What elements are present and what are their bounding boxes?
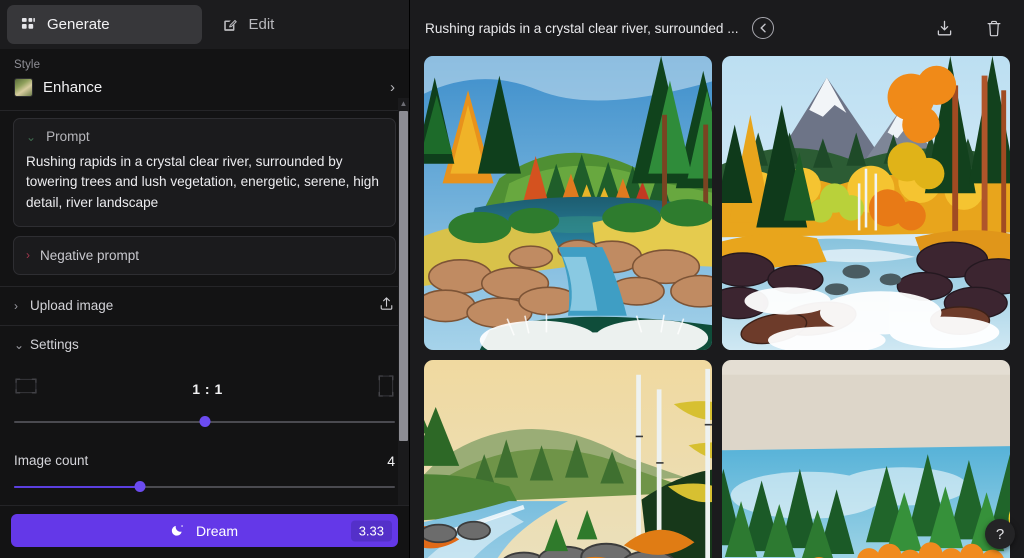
- aspect-portrait-icon[interactable]: [377, 374, 395, 403]
- style-selector-row[interactable]: Enhance ›: [0, 73, 409, 110]
- back-arrow-circle-icon[interactable]: [751, 17, 774, 39]
- aspect-landscape-icon[interactable]: [14, 377, 38, 400]
- negative-prompt-label: Negative prompt: [40, 247, 140, 263]
- result-image-4[interactable]: [722, 360, 1010, 558]
- result-image-3[interactable]: [424, 360, 712, 558]
- dream-button-label: Dream: [195, 522, 238, 539]
- upload-image-label: Upload image: [30, 298, 114, 314]
- sidebar-scroll-area: Style Enhance › ⌄ Prompt Rushing rapids …: [0, 49, 409, 505]
- prompt-header[interactable]: ⌄ Prompt: [26, 129, 383, 144]
- grid-squares-icon: [21, 17, 36, 32]
- prompt-label: Prompt: [46, 129, 90, 144]
- style-value-label: Enhance: [43, 79, 103, 96]
- prompt-section[interactable]: ⌄ Prompt Rushing rapids in a crystal cle…: [13, 118, 396, 227]
- image-count-row: Image count 4: [14, 453, 395, 469]
- pencil-square-icon: [222, 17, 238, 33]
- tab-generate[interactable]: Generate: [7, 5, 202, 44]
- dream-cost-badge: 3.33: [350, 520, 392, 541]
- results-grid: [410, 56, 1024, 558]
- sidebar-scrollbar[interactable]: ▲ ▼: [398, 98, 409, 505]
- slider-knob[interactable]: [199, 415, 210, 427]
- scroll-up-arrow[interactable]: ▲: [398, 98, 409, 109]
- chevron-down-icon: ⌄: [26, 129, 37, 144]
- prompt-input[interactable]: Rushing rapids in a crystal clear river,…: [26, 152, 383, 213]
- mode-tabbar: Generate Edit: [0, 0, 409, 49]
- image-count-value: 4: [387, 452, 395, 469]
- moon-icon: [171, 522, 186, 540]
- main-content: Rushing rapids in a crystal clear river,…: [410, 0, 1024, 558]
- settings-label: Settings: [30, 337, 79, 353]
- upload-image-row[interactable]: › Upload image: [0, 287, 409, 325]
- scrollbar-thumb[interactable]: [399, 111, 408, 441]
- chevron-down-icon: ⌄: [14, 337, 25, 352]
- sidebar-content: Style Enhance › ⌄ Prompt Rushing rapids …: [0, 49, 409, 505]
- left-sidebar: Generate Edit Style Enhance › ⌄ Prompt R…: [0, 0, 410, 558]
- aspect-ratio-row: 1 : 1: [14, 374, 395, 404]
- result-image-2[interactable]: [722, 56, 1010, 350]
- dream-footer: Dream 3.33: [0, 505, 409, 558]
- style-thumbnail-icon: [14, 78, 33, 97]
- results-header: Rushing rapids in a crystal clear river,…: [410, 0, 1024, 56]
- chevron-right-icon: ›: [14, 298, 18, 313]
- chevron-right-icon: ›: [390, 79, 395, 96]
- slider-knob[interactable]: [134, 480, 146, 492]
- style-section-label: Style: [14, 59, 41, 71]
- image-count-slider[interactable]: [14, 478, 395, 496]
- dream-button[interactable]: Dream 3.33: [11, 514, 398, 547]
- divider: [0, 110, 409, 111]
- chevron-right-icon: ›: [26, 248, 30, 263]
- aspect-ratio-slider[interactable]: [14, 413, 395, 431]
- result-image-1[interactable]: [424, 56, 712, 350]
- page-title: Rushing rapids in a crystal clear river,…: [425, 20, 739, 36]
- download-icon[interactable]: [934, 18, 955, 39]
- aspect-ratio-value: 1 : 1: [192, 380, 223, 397]
- app-root: Generate Edit Style Enhance › ⌄ Prompt R…: [0, 0, 1024, 558]
- slider-fill: [14, 485, 140, 488]
- tab-generate-label: Generate: [47, 16, 110, 33]
- tab-edit-label: Edit: [248, 16, 275, 33]
- upload-icon[interactable]: [378, 295, 395, 317]
- help-button[interactable]: ?: [985, 519, 1015, 549]
- image-count-label: Image count: [14, 453, 89, 469]
- negative-prompt-section[interactable]: › Negative prompt: [13, 235, 396, 275]
- trash-icon[interactable]: [984, 18, 1004, 39]
- tab-edit[interactable]: Edit: [208, 5, 403, 44]
- settings-body: 1 : 1 Image count 4: [0, 364, 409, 496]
- settings-row[interactable]: ⌄ Settings: [0, 326, 409, 364]
